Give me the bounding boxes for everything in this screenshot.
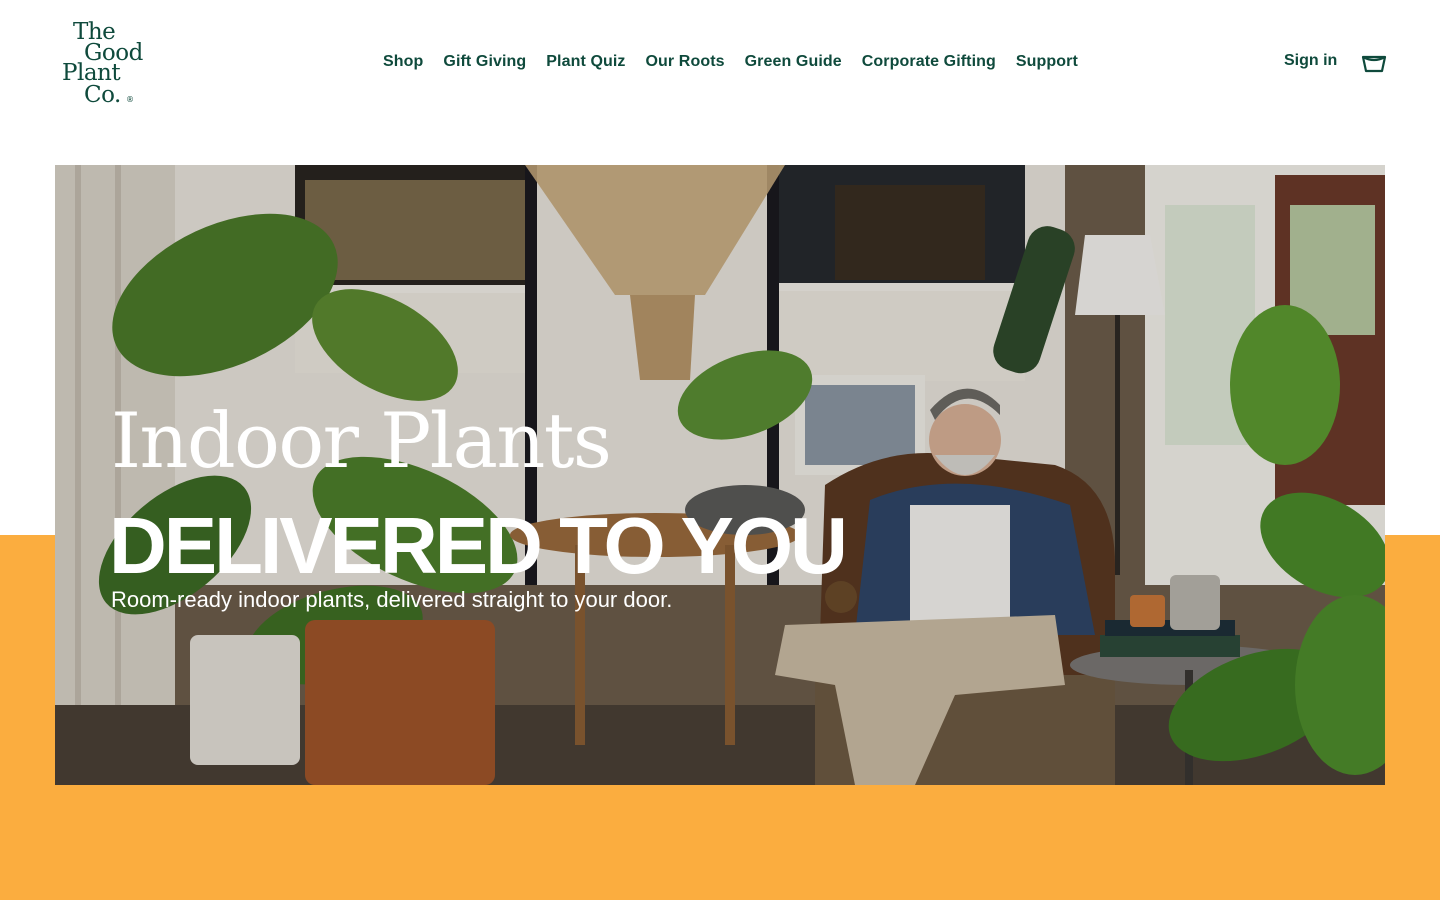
hero-title-line-1: Indoor Plants: [111, 395, 612, 485]
logo-line-plant: Plant: [62, 60, 121, 86]
nav-item-plant-quiz[interactable]: Plant Quiz: [546, 53, 625, 71]
brand-logo[interactable]: The Good Plant Co. ®: [60, 18, 160, 110]
sign-in-link[interactable]: Sign in: [1284, 52, 1337, 70]
main-nav: Shop Gift Giving Plant Quiz Our Roots Gr…: [383, 50, 1078, 74]
hero-title-line-2: DELIVERED TO YOU: [109, 501, 848, 591]
page: The Good Plant Co. ® Shop Gift Giving Pl…: [0, 0, 1440, 900]
hero-subtitle: Room-ready indoor plants, delivered stra…: [111, 587, 673, 612]
registered-mark: ®: [126, 95, 134, 104]
nav-item-our-roots[interactable]: Our Roots: [646, 53, 725, 71]
shopping-bag-icon: [1361, 55, 1387, 73]
site-header: The Good Plant Co. ® Shop Gift Giving Pl…: [0, 0, 1440, 130]
logo-line-co: Co.: [84, 82, 121, 108]
nav-item-green-guide[interactable]: Green Guide: [745, 53, 842, 71]
hero-banner[interactable]: Indoor Plants DELIVERED TO YOU Room-read…: [55, 165, 1385, 785]
logo-line-the: The: [73, 19, 116, 45]
nav-item-gift-giving[interactable]: Gift Giving: [443, 53, 526, 71]
nav-item-support[interactable]: Support: [1016, 53, 1078, 71]
cart-button[interactable]: [1361, 54, 1387, 74]
nav-item-corporate-gifting[interactable]: Corporate Gifting: [862, 53, 996, 71]
nav-item-shop[interactable]: Shop: [383, 53, 423, 71]
